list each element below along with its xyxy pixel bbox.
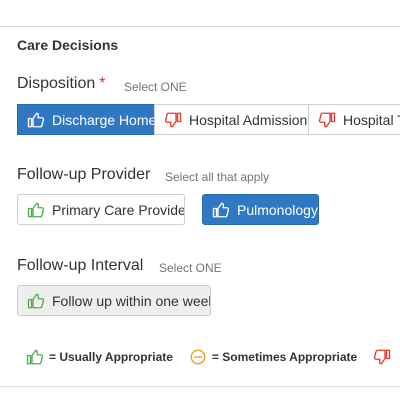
minus-circle-icon [189,348,207,366]
option-label: Primary Care Provider [52,201,185,218]
legend-usually: = Usually Appropriate [26,348,173,366]
section-title: Care Decisions [17,37,119,53]
option-label: Pulmonology [237,201,318,218]
legend-rarely [373,348,396,366]
thumbs-up-icon [212,201,230,219]
thumbs-down-icon [373,348,391,366]
option-label: Hospital T [343,111,400,128]
required-mark: * [99,75,106,92]
followup-interval-label: Follow-up Interval [17,257,144,274]
option-hospital-transfer[interactable]: Hospital T [308,104,400,135]
option-primary-care-provider[interactable]: Primary Care Provider [17,194,185,225]
legend-sometimes-text: = Sometimes Appropriate [211,350,358,364]
thumbs-down-icon [318,111,336,129]
followup-interval-hint: Select ONE [159,261,222,275]
option-follow-up-within-one-week[interactable]: Follow up within one week [17,285,211,316]
divider [0,386,400,387]
disposition-hint: Select ONE [124,80,187,94]
followup-provider-hint: Select all that apply [165,170,270,184]
thumbs-up-icon [27,111,45,129]
followup-provider-label: Follow-up Provider [17,166,151,183]
legend-sometimes: = Sometimes Appropriate [189,348,357,366]
scrolled-header-remnant [20,0,24,9]
disposition-label: Disposition * [17,75,106,93]
option-label: Discharge Home [52,111,155,128]
option-label: Follow up within one week [52,292,211,309]
disposition-label-text: Disposition [17,75,96,92]
appropriateness-legend: = Usually Appropriate = Sometimes Approp… [26,348,400,366]
thumbs-down-icon [164,111,182,129]
divider [0,26,400,27]
thumbs-up-icon [26,348,44,366]
option-hospital-admission[interactable]: Hospital Admission [154,104,309,135]
thumbs-up-icon [27,201,45,219]
legend-usually-text: = Usually Appropriate [49,350,173,364]
option-discharge-home[interactable]: Discharge Home [17,104,155,135]
option-label: Hospital Admission [189,111,308,128]
thumbs-up-icon [27,292,45,310]
option-pulmonology[interactable]: Pulmonology [202,194,319,225]
